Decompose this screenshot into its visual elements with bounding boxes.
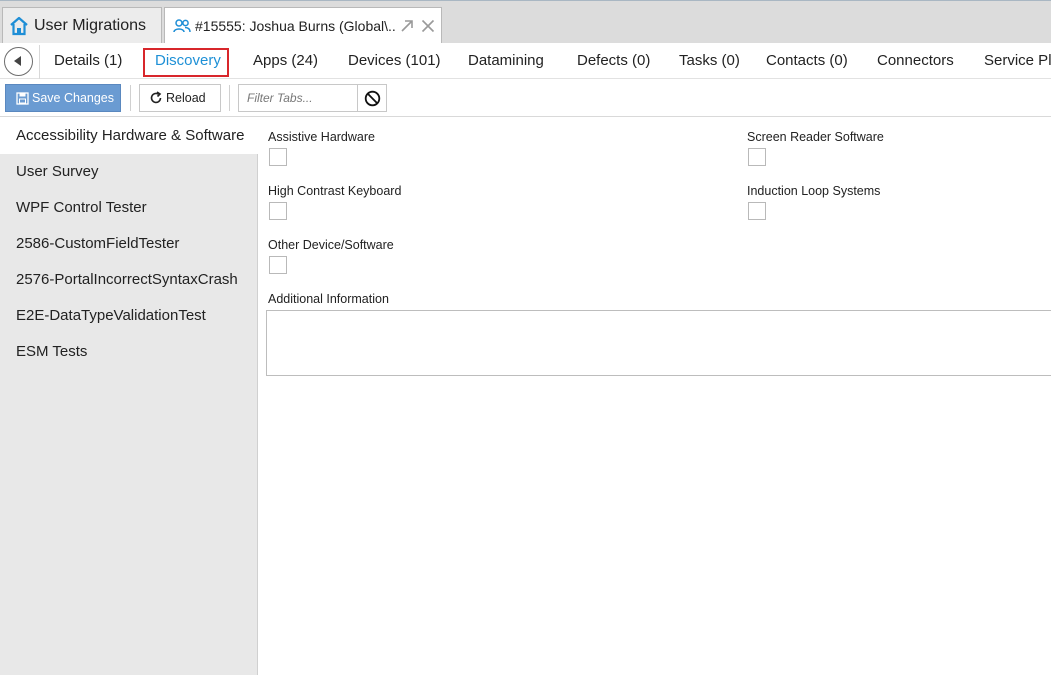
screen-reader-software-label: Screen Reader Software bbox=[747, 130, 884, 144]
additional-information-textarea[interactable] bbox=[266, 310, 1051, 376]
filter-tabs-input[interactable] bbox=[238, 84, 358, 112]
tab-datamining[interactable]: Datamining bbox=[468, 43, 544, 79]
save-icon bbox=[16, 91, 29, 105]
toolbar-separator bbox=[229, 85, 230, 111]
toolbar-separator bbox=[130, 85, 131, 111]
tab-tasks[interactable]: Tasks (0) bbox=[679, 43, 740, 79]
toolbar: Save Changes Reload bbox=[0, 79, 1051, 117]
save-button[interactable]: Save Changes bbox=[5, 84, 121, 112]
sidebar-item-accessibility[interactable]: Accessibility Hardware & Software bbox=[0, 118, 258, 154]
tab-joshua-burns[interactable]: #15555: Joshua Burns (Global\... bbox=[164, 7, 442, 44]
chevron-left-icon[interactable] bbox=[4, 47, 33, 76]
tab-details[interactable]: Details (1) bbox=[54, 43, 122, 79]
induction-loop-systems-label: Induction Loop Systems bbox=[747, 184, 881, 198]
high-contrast-keyboard-checkbox[interactable] bbox=[269, 202, 287, 220]
reload-button[interactable]: Reload bbox=[139, 84, 221, 112]
divider bbox=[39, 45, 40, 79]
close-icon[interactable] bbox=[421, 19, 435, 33]
sidebar-item-esm-tests[interactable]: ESM Tests bbox=[0, 334, 257, 370]
screen-reader-software-checkbox[interactable] bbox=[748, 148, 766, 166]
additional-information-label: Additional Information bbox=[268, 292, 389, 306]
tab-label: Discovery bbox=[155, 52, 221, 69]
sidebar-item-user-survey[interactable]: User Survey bbox=[0, 154, 257, 190]
users-icon bbox=[173, 18, 191, 34]
sidebar-item-custom-field-tester[interactable]: 2586-CustomFieldTester bbox=[0, 226, 257, 262]
record-tab-bar: Details (1) Discovery Apps (24) Devices … bbox=[0, 43, 1051, 79]
tab-label: #15555: Joshua Burns (Global\... bbox=[195, 18, 395, 34]
tab-label: User Migrations bbox=[34, 17, 147, 34]
reload-icon bbox=[149, 91, 163, 105]
sidebar-item-portal-syntax-crash[interactable]: 2576-PortalIncorrectSyntaxCrash bbox=[0, 262, 257, 298]
home-icon bbox=[8, 15, 30, 37]
sidebar-item-e2e-validation[interactable]: E2E-DataTypeValidationTest bbox=[0, 298, 257, 334]
assistive-hardware-checkbox[interactable] bbox=[269, 148, 287, 166]
popout-icon[interactable] bbox=[399, 18, 415, 34]
tab-connectors[interactable]: Connectors bbox=[877, 43, 954, 79]
high-contrast-keyboard-label: High Contrast Keyboard bbox=[268, 184, 402, 198]
other-device-software-label: Other Device/Software bbox=[268, 238, 394, 252]
assistive-hardware-label: Assistive Hardware bbox=[268, 130, 375, 144]
tab-defects[interactable]: Defects (0) bbox=[577, 43, 650, 79]
no-entry-icon bbox=[364, 90, 381, 107]
tab-contacts[interactable]: Contacts (0) bbox=[766, 43, 848, 79]
discovery-form: Assistive Hardware Screen Reader Softwar… bbox=[258, 118, 1051, 675]
tab-service-plan[interactable]: Service Pla bbox=[984, 43, 1051, 79]
sidebar: Accessibility Hardware & Software User S… bbox=[0, 118, 258, 675]
sidebar-item-wpf-control-tester[interactable]: WPF Control Tester bbox=[0, 190, 257, 226]
reload-label: Reload bbox=[166, 91, 206, 105]
tab-user-migrations[interactable]: User Migrations bbox=[2, 7, 162, 44]
tab-apps[interactable]: Apps (24) bbox=[253, 43, 318, 79]
tab-discovery[interactable]: Discovery bbox=[143, 43, 229, 79]
document-tab-strip: User Migrations #15555: Joshua Burns (Gl… bbox=[0, 0, 1051, 44]
save-label: Save Changes bbox=[32, 91, 115, 105]
tab-devices[interactable]: Devices (101) bbox=[348, 43, 441, 79]
other-device-software-checkbox[interactable] bbox=[269, 256, 287, 274]
clear-filter-button[interactable] bbox=[357, 84, 387, 112]
induction-loop-systems-checkbox[interactable] bbox=[748, 202, 766, 220]
